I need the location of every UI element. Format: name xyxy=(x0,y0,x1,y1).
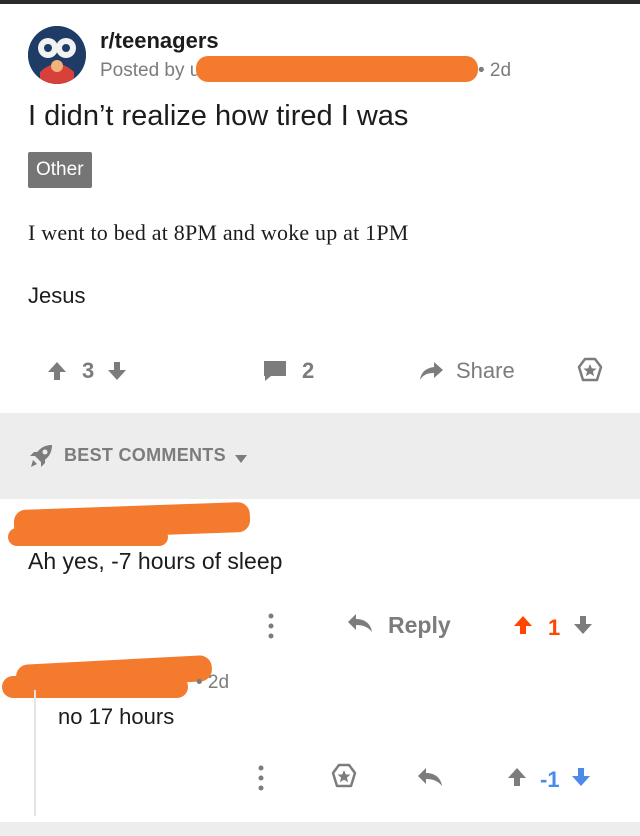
post-action-bar: 3 2 Share xyxy=(0,346,640,396)
redaction-comment-author xyxy=(8,528,168,546)
post-score: 3 xyxy=(82,358,95,383)
comment-icon xyxy=(262,359,288,383)
comments-button[interactable]: 2 xyxy=(262,358,314,384)
reply-button[interactable]: Reply xyxy=(346,612,451,639)
reply-button[interactable] xyxy=(416,766,444,793)
save-button[interactable] xyxy=(576,356,604,384)
more-options-icon[interactable] xyxy=(258,764,264,797)
post-flair[interactable]: Other xyxy=(28,152,92,188)
comment-vote-group: -1 xyxy=(506,766,592,793)
upvote-icon[interactable] xyxy=(506,766,528,793)
downvote-icon[interactable] xyxy=(570,766,592,793)
post-vote-group: 3 xyxy=(46,358,128,384)
redaction-comment-author xyxy=(2,676,188,698)
comment-text: no 17 hours xyxy=(58,704,175,729)
star-icon xyxy=(330,763,358,794)
redaction-username xyxy=(196,56,478,82)
subreddit-avatar[interactable] xyxy=(28,26,86,84)
reply-icon xyxy=(346,612,374,639)
chevron-down-icon xyxy=(234,451,248,469)
comment-age: • 2d xyxy=(196,672,230,693)
share-label: Share xyxy=(456,358,515,383)
rocket-icon xyxy=(28,443,54,474)
star-icon xyxy=(576,356,604,384)
downvote-icon[interactable] xyxy=(572,614,594,641)
comment-sort-bar[interactable]: BEST COMMENTS xyxy=(0,413,640,499)
reply-label: Reply xyxy=(388,612,451,638)
posted-by[interactable]: Posted by u/ xyxy=(100,60,206,82)
comment-action-bar: Reply 1 xyxy=(0,608,640,648)
post-title[interactable]: I didn’t realize how tired I was xyxy=(28,100,408,133)
post-age: • 2d xyxy=(478,60,512,81)
save-button[interactable] xyxy=(330,762,358,795)
upvote-icon[interactable] xyxy=(512,614,534,641)
upvote-icon[interactable] xyxy=(46,360,68,382)
bottom-divider xyxy=(0,822,640,836)
comment-vote-group: 1 xyxy=(512,614,594,641)
comment-score: -1 xyxy=(540,766,560,792)
post-body-line: Jesus xyxy=(28,283,86,308)
comment-score: 1 xyxy=(548,614,561,640)
reply-icon xyxy=(416,768,444,792)
more-options-icon[interactable] xyxy=(268,612,274,645)
downvote-icon[interactable] xyxy=(106,360,128,382)
share-button[interactable]: Share xyxy=(418,358,515,384)
subreddit-name[interactable]: r/teenagers xyxy=(100,28,219,54)
posted-by-prefix: Posted by u/ xyxy=(100,60,206,81)
share-arrow-icon xyxy=(418,360,444,382)
comment-text: Ah yes, -7 hours of sleep xyxy=(28,548,283,574)
top-edge xyxy=(0,0,640,4)
comments-count: 2 xyxy=(302,358,315,383)
comment-action-bar: -1 xyxy=(0,760,640,800)
post-body-line: I went to bed at 8PM and woke up at 1PM xyxy=(28,220,409,245)
sort-label: BEST COMMENTS xyxy=(64,445,226,465)
